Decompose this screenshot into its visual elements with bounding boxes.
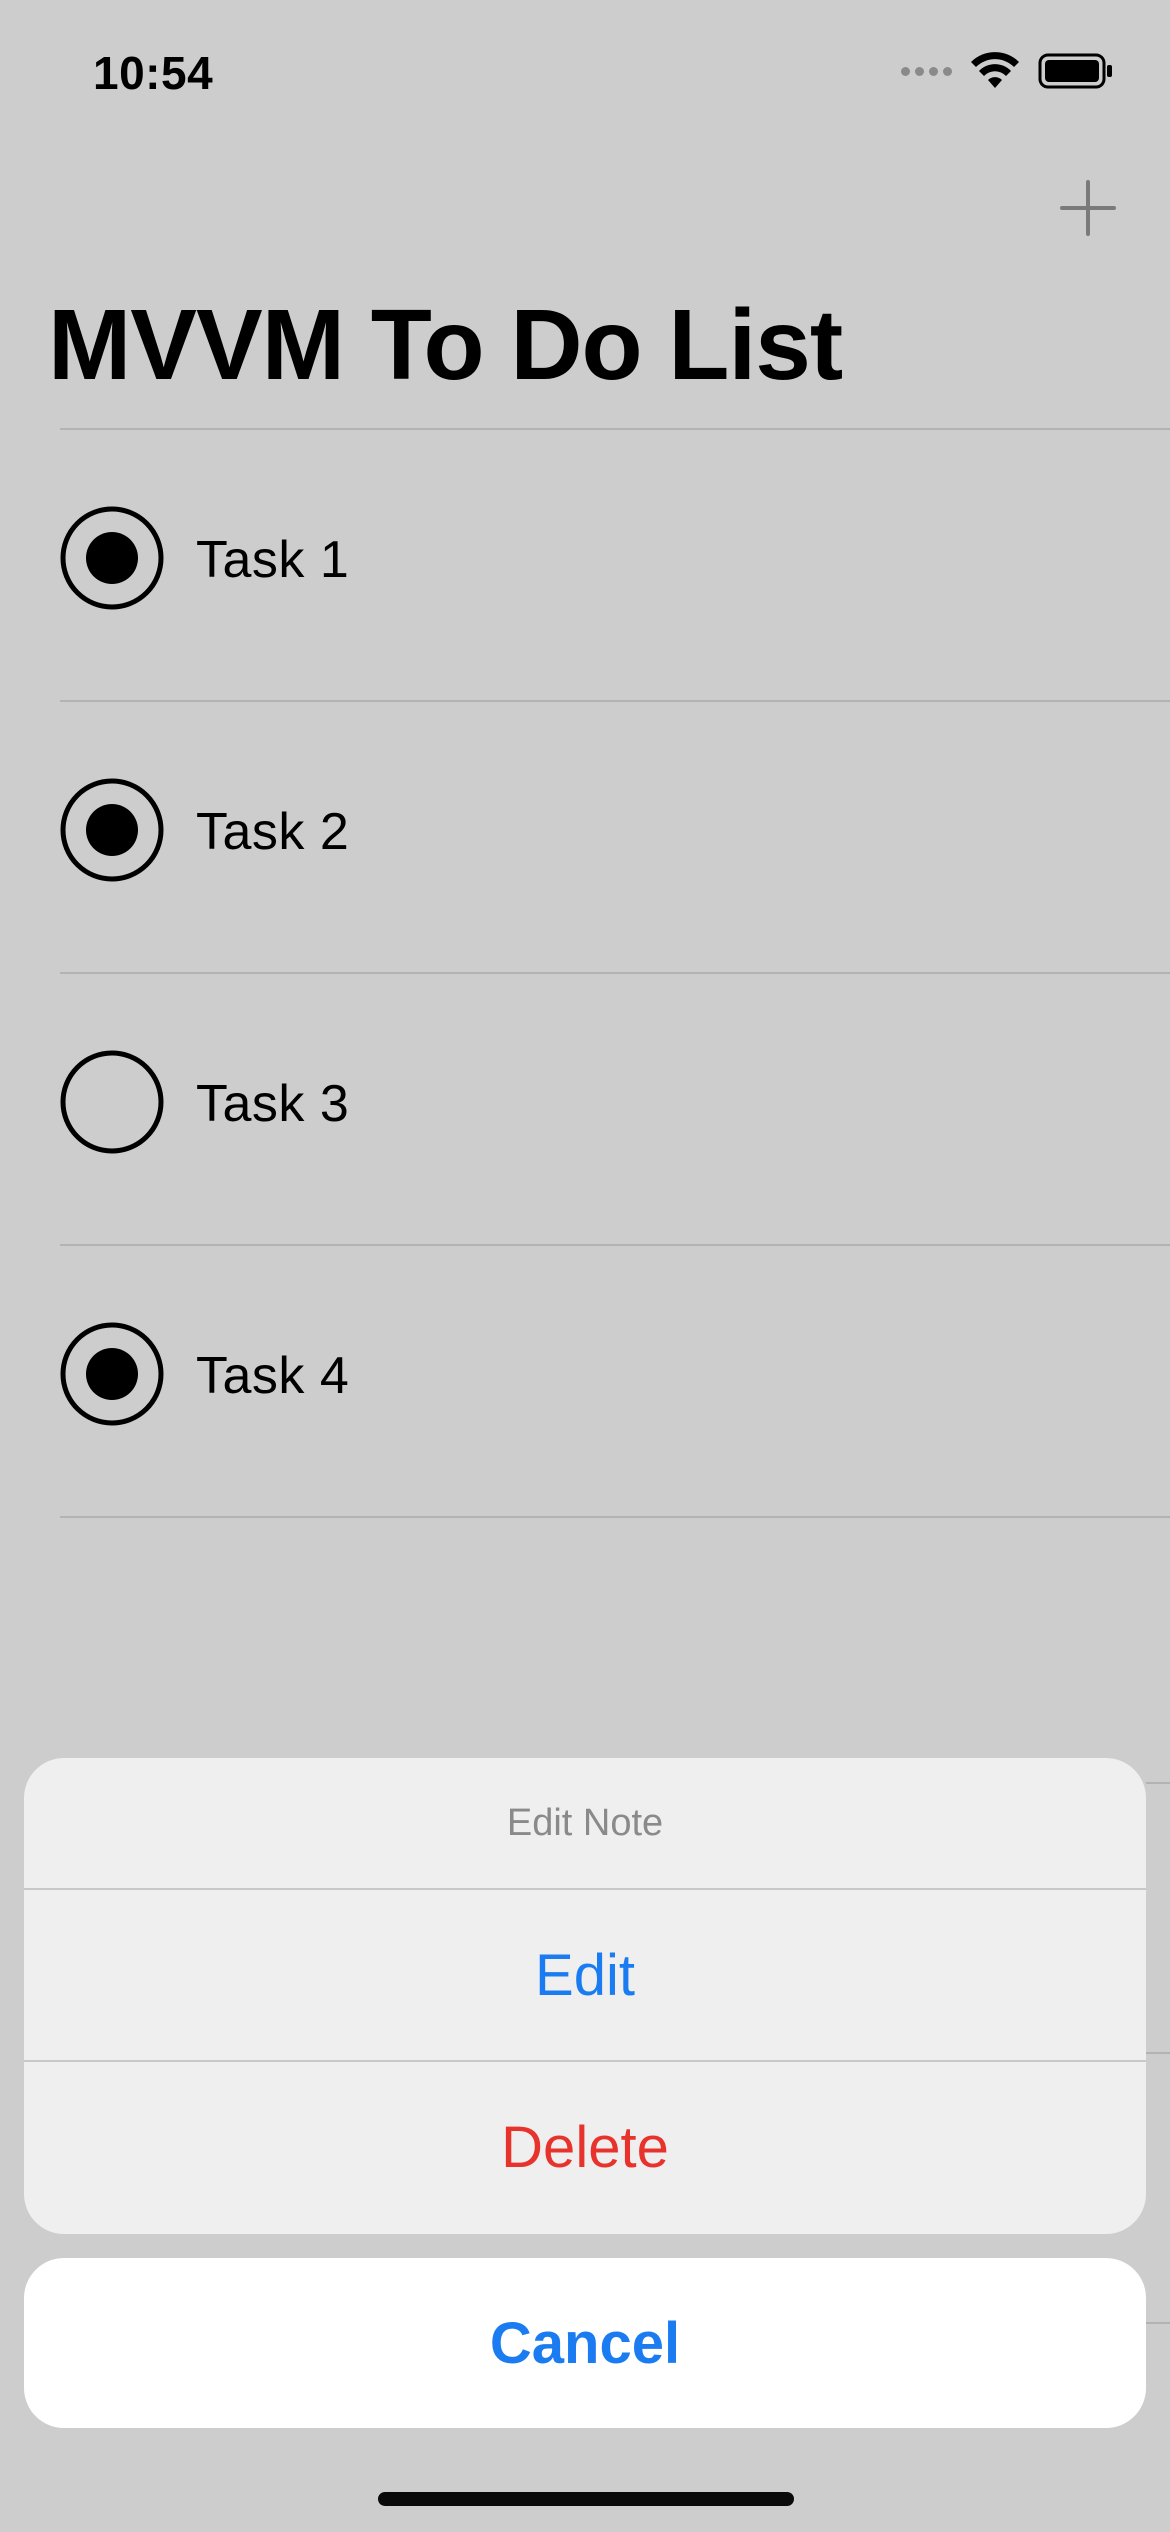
add-task-button[interactable] (1056, 176, 1120, 240)
task-label: Task 4 (196, 1347, 350, 1405)
list-separator (60, 1516, 1170, 1518)
task-row[interactable]: Task 3 (60, 972, 1170, 1244)
delete-button[interactable]: Delete (24, 2060, 1146, 2232)
task-row[interactable]: Task 4 (60, 1244, 1170, 1516)
cellular-signal-icon (901, 66, 952, 76)
task-label: Task 3 (196, 1075, 350, 1133)
action-sheet: Edit Note Edit Delete (24, 1758, 1146, 2234)
task-label: Task 1 (196, 531, 350, 589)
list-separator (1146, 2052, 1170, 2054)
task-list: Task 1 Task 2 Task 3 Task 4 (0, 428, 1170, 1518)
edit-button[interactable]: Edit (24, 1890, 1146, 2060)
completed-radio-icon[interactable] (60, 506, 164, 610)
status-bar: 10:54 (0, 0, 1170, 140)
status-icons (901, 52, 1114, 90)
completed-radio-icon[interactable] (60, 778, 164, 882)
battery-icon (1038, 53, 1112, 89)
cancel-button[interactable]: Cancel (24, 2258, 1146, 2428)
status-time: 10:54 (93, 47, 214, 99)
empty-radio-icon[interactable] (60, 1050, 164, 1154)
task-label: Task 2 (196, 803, 350, 861)
list-separator (1146, 1782, 1170, 1784)
plus-icon (1060, 180, 1116, 236)
page-title: MVVM To Do List (48, 289, 843, 401)
wifi-icon (971, 52, 1019, 88)
action-sheet-title: Edit Note (24, 1758, 1146, 1890)
list-separator (1146, 2322, 1170, 2324)
home-indicator[interactable] (378, 2492, 794, 2506)
task-row[interactable]: Task 1 (60, 428, 1170, 700)
task-row[interactable]: Task 2 (60, 700, 1170, 972)
completed-radio-icon[interactable] (60, 1322, 164, 1426)
